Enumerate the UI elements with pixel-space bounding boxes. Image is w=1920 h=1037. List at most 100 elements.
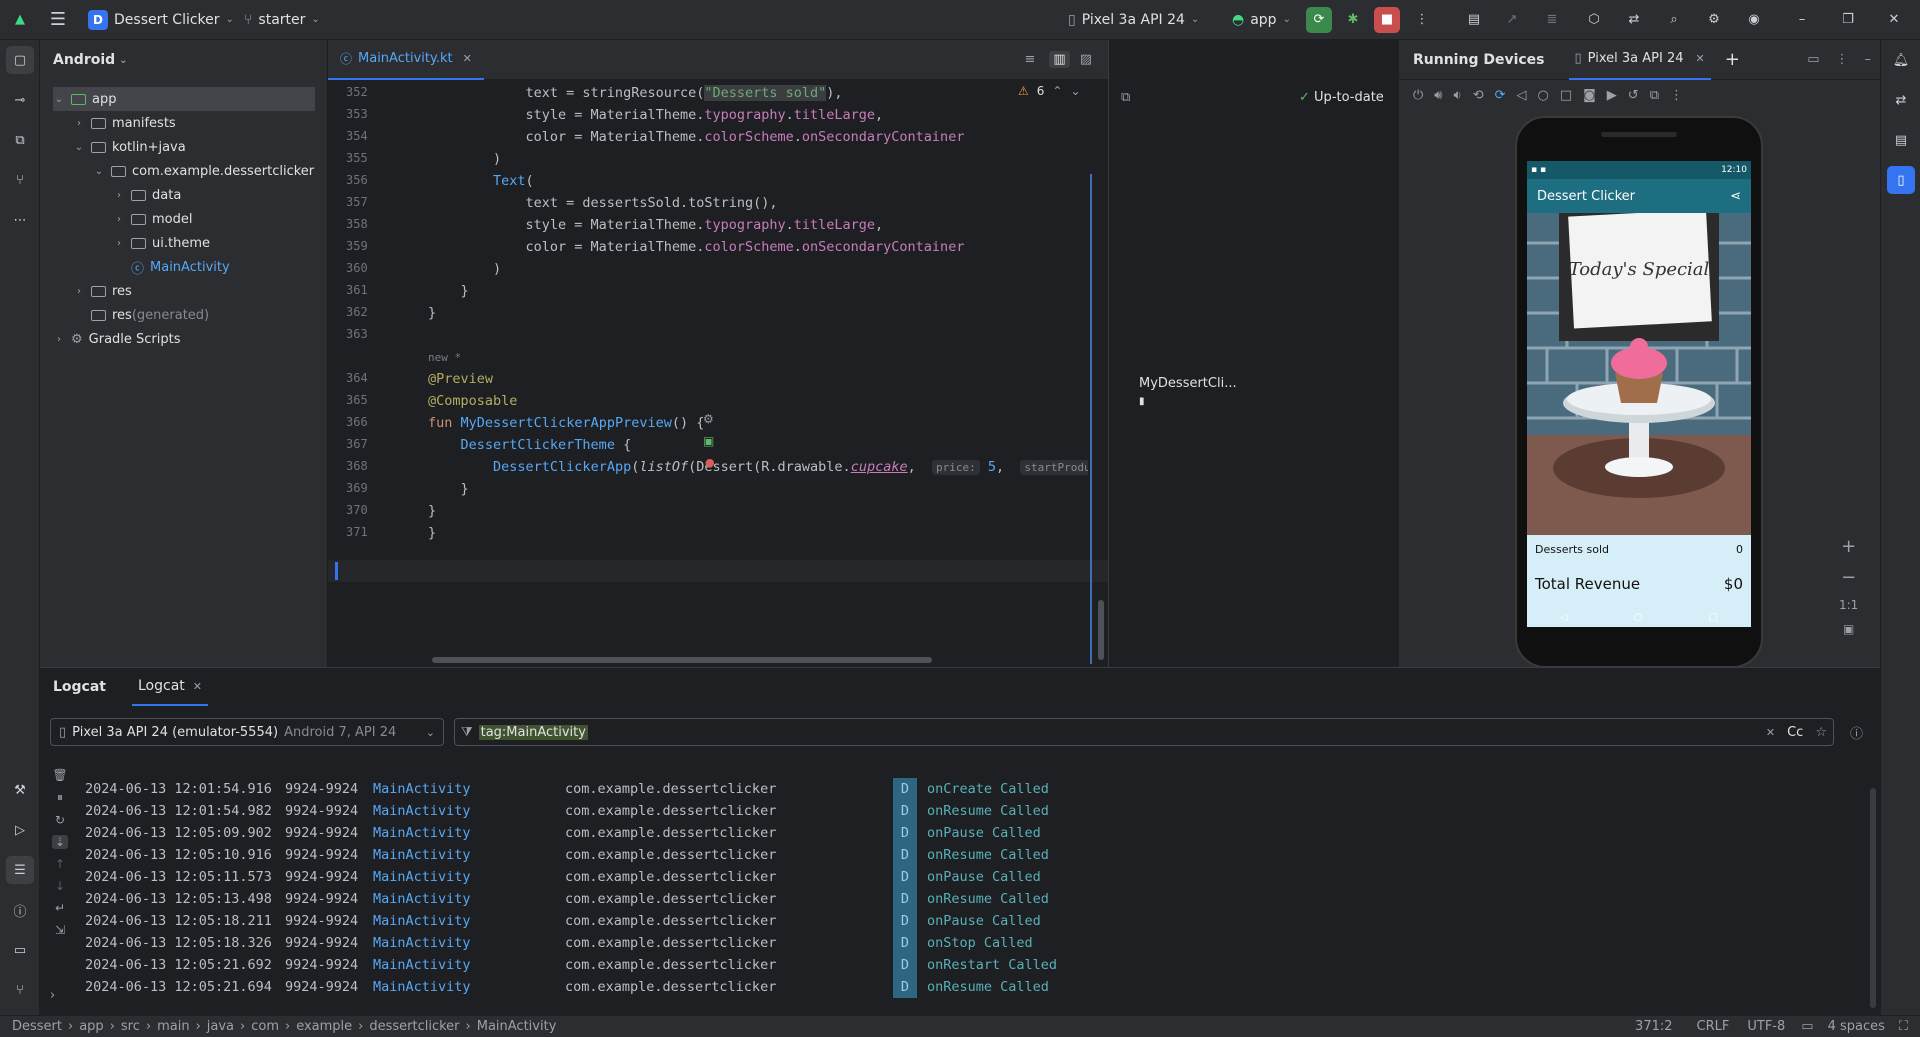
sync-project-icon[interactable]: ⇄ — [1624, 10, 1644, 30]
vertical-scrollbar[interactable] — [1098, 600, 1104, 660]
code-line[interactable]: } — [428, 280, 469, 302]
add-device-icon[interactable]: + — [1725, 49, 1740, 70]
tree-item[interactable]: ⌄ app — [53, 87, 315, 111]
tree-item[interactable]: res (generated) — [73, 303, 209, 327]
tree-item[interactable]: ⌄ kotlin+java — [73, 135, 186, 159]
build-tool-icon[interactable]: ⚒ — [6, 776, 34, 804]
code-line[interactable]: } — [428, 522, 436, 544]
rotate-left-icon[interactable]: ⟲ — [1473, 88, 1484, 103]
tree-item[interactable]: › model — [113, 207, 192, 231]
attach-debugger-icon[interactable]: ↗ — [1502, 10, 1522, 30]
expand-icon[interactable]: › — [50, 988, 55, 1003]
apply-changes-button[interactable]: ⟳ — [1306, 6, 1332, 33]
run-config-selector[interactable]: ◓ app ⌄ — [1232, 12, 1291, 28]
code-line[interactable]: ) — [428, 258, 501, 280]
device-selector[interactable]: ▯ Pixel 3a API 24 ⌄ — [1068, 12, 1199, 28]
run-tool-icon[interactable]: ▷ — [6, 816, 34, 844]
commit-tool-icon[interactable]: ⊸ — [6, 86, 34, 114]
pause-logcat-icon[interactable]: ⏸ — [57, 790, 63, 805]
debug-button[interactable]: ✱ — [1340, 7, 1366, 33]
breadcrumb-item[interactable]: com — [251, 1019, 279, 1034]
previous-occurrence-icon[interactable]: ↑ — [55, 857, 65, 871]
chevron-right-icon[interactable]: › — [113, 238, 125, 249]
chevron-down-icon[interactable]: ⌄ — [73, 142, 85, 153]
project-view-selector[interactable]: Android ⌄ — [40, 40, 327, 80]
minimize-icon[interactable]: – — [1792, 10, 1812, 30]
file-encoding[interactable]: UTF-8 — [1747, 1019, 1785, 1034]
logcat-tab[interactable]: Logcat ✕ — [132, 668, 208, 706]
chevron-right-icon[interactable]: › — [113, 214, 125, 225]
resource-manager-icon[interactable]: ⧉ — [6, 126, 34, 154]
chevron-down-icon[interactable]: ⌄ — [53, 94, 65, 105]
tree-item[interactable]: › data — [113, 183, 181, 207]
zoom-in-icon[interactable]: + — [1841, 536, 1856, 557]
code-line[interactable]: color = MaterialTheme.colorScheme.onSeco… — [428, 236, 965, 258]
tree-item[interactable]: › ui.theme — [113, 231, 210, 255]
settings-gear-icon[interactable]: ⚙ — [1704, 10, 1724, 30]
preview-toolbar-icon[interactable]: ⧉ — [1121, 90, 1130, 105]
breadcrumb-item[interactable]: java — [207, 1019, 234, 1034]
zoom-fit-icon[interactable]: ▣ — [1843, 622, 1854, 636]
code-line[interactable]: style = MaterialTheme.typography.titleLa… — [428, 214, 884, 236]
breadcrumb-item[interactable]: dessertclicker — [369, 1019, 459, 1034]
close-tab-icon[interactable]: ✕ — [1695, 52, 1704, 65]
project-selector[interactable]: D Dessert Clicker ⌄ — [88, 9, 234, 30]
code-line[interactable]: } — [428, 478, 469, 500]
code-line[interactable]: } — [428, 500, 436, 522]
zoom-actual-size[interactable]: 1:1 — [1839, 598, 1858, 612]
favorite-filter-icon[interactable]: ☆ — [1815, 725, 1827, 740]
gemini-icon[interactable]: ⇄ — [1887, 86, 1915, 114]
volume-down-icon[interactable]: 🔉︎ — [1454, 88, 1462, 103]
code-line[interactable]: @Composable — [428, 390, 517, 412]
code-line[interactable]: text = dessertsSold.toString(), — [428, 192, 778, 214]
split-view-icon[interactable]: ▥ — [1049, 51, 1070, 68]
breadcrumb-item[interactable]: src — [121, 1019, 140, 1034]
close-window-icon[interactable]: ✕ — [1884, 10, 1904, 30]
export-logs-icon[interactable]: ⇲ — [55, 923, 65, 937]
restart-logcat-icon[interactable]: ↻ — [55, 813, 65, 827]
problems-tool-icon[interactable]: ⓘ — [6, 896, 34, 924]
readonly-toggle-icon[interactable]: ▭ — [1801, 1019, 1813, 1034]
breadcrumb-item[interactable]: app — [79, 1019, 103, 1034]
main-menu-icon[interactable]: ☰ — [48, 9, 68, 30]
code-line[interactable]: fun MyDessertClickerAppPreview() { — [428, 412, 704, 434]
code-line[interactable]: style = MaterialTheme.typography.titleLa… — [428, 104, 884, 126]
tree-item[interactable]: ⓒ MainActivity — [113, 255, 230, 279]
preview-composable-label[interactable]: MyDessertCli... — [1139, 376, 1237, 391]
back-icon[interactable]: ◁ — [1517, 88, 1527, 103]
close-tab-icon[interactable]: ✕ — [463, 52, 472, 65]
clear-filter-icon[interactable]: ✕ — [1766, 726, 1775, 739]
chevron-right-icon[interactable]: › — [53, 334, 65, 345]
code-line[interactable]: new * — [428, 346, 461, 368]
more-tools-icon[interactable]: ⋯ — [6, 206, 34, 234]
profiler-icon[interactable]: ≣ — [1542, 10, 1562, 30]
horizontal-scrollbar[interactable] — [432, 657, 932, 663]
breadcrumb-item[interactable]: Dessert — [12, 1019, 62, 1034]
project-tool-icon[interactable]: ▢ — [6, 46, 34, 74]
search-icon[interactable]: ⌕ — [1664, 10, 1684, 30]
hide-panel-icon[interactable]: – — [1865, 52, 1872, 67]
lock-icon[interactable]: ⛶ — [1899, 1019, 1908, 1034]
code-line[interactable]: Text( — [428, 170, 534, 192]
line-separator[interactable]: CRLF — [1697, 1019, 1730, 1034]
zoom-out-icon[interactable]: − — [1841, 567, 1856, 588]
terminal-tool-icon[interactable]: ▭ — [6, 936, 34, 964]
home-icon[interactable]: ○ — [1538, 88, 1549, 103]
device-manager-icon[interactable]: ▤ — [1464, 10, 1484, 30]
breadcrumb-item[interactable]: main — [157, 1019, 189, 1034]
more-options-icon[interactable]: ⋮ — [1836, 52, 1849, 67]
logcat-tool-icon[interactable]: ☰ — [6, 856, 34, 884]
device-screen[interactable]: ▪ ▪ 12:10 Dessert Clicker ⋖ Today's Spec… — [1527, 161, 1751, 627]
code-line[interactable]: color = MaterialTheme.colorScheme.onSeco… — [428, 126, 965, 148]
code-line[interactable]: @Preview — [428, 368, 493, 390]
chevron-right-icon[interactable]: › — [113, 190, 125, 201]
screen-record-icon[interactable]: ▶ — [1607, 88, 1617, 103]
nav-back-icon[interactable]: ◁ — [1560, 612, 1568, 623]
filter-field[interactable]: ⧩ tag:MainActivity ✕ Cc ☆ — [454, 718, 1834, 746]
tree-item[interactable]: ⌄ com.example.dessertclicker — [93, 159, 314, 183]
tree-item[interactable]: › res — [73, 279, 132, 303]
design-view-icon[interactable]: ▨ — [1080, 52, 1092, 67]
chevron-right-icon[interactable]: › — [73, 118, 85, 129]
dessert-image[interactable]: Today's Special — [1527, 213, 1751, 535]
code-line[interactable]: ) — [428, 148, 501, 170]
